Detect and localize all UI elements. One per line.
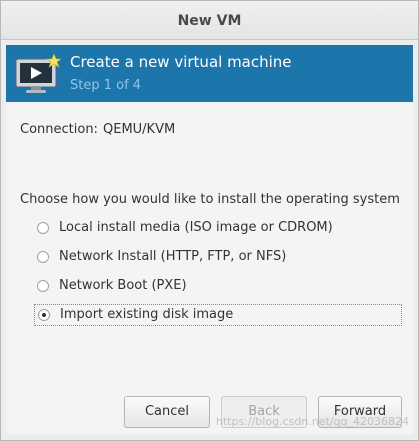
option-import-disk-image[interactable]: Import existing disk image [34, 304, 402, 326]
connection-label: Connection: [20, 122, 98, 137]
option-network-install[interactable]: Network Install (HTTP, FTP, or NFS) [34, 247, 402, 269]
option-network-boot[interactable]: Network Boot (PXE) [34, 276, 402, 298]
option-label: Import existing disk image [60, 307, 234, 322]
wizard-step: Step 1 of 4 [70, 78, 142, 93]
wizard-body: Connection: QEMU/KVM Choose how you woul… [6, 102, 413, 434]
option-label: Network Install (HTTP, FTP, or NFS) [59, 249, 287, 264]
radio-button[interactable] [37, 280, 49, 292]
new-vm-dialog: New VM Create a new virtual machine Step… [0, 0, 419, 441]
cancel-button[interactable]: Cancel [124, 396, 210, 428]
option-label: Network Boot (PXE) [59, 278, 187, 293]
window-title: New VM [1, 1, 418, 40]
radio-button[interactable] [37, 251, 49, 263]
option-local-install-media[interactable]: Local install media (ISO image or CDROM) [34, 218, 402, 240]
wizard-header: Create a new virtual machine Step 1 of 4 [6, 45, 413, 102]
option-label: Local install media (ISO image or CDROM) [59, 220, 333, 235]
vm-monitor-icon [15, 54, 61, 93]
connection-value: QEMU/KVM [103, 122, 176, 137]
radio-button[interactable] [37, 222, 49, 234]
radio-dot [42, 313, 46, 317]
watermark: https://blog.csdn.net/qq_42036824 [215, 415, 409, 428]
install-method-prompt: Choose how you would like to install the… [20, 192, 400, 207]
radio-button-selected[interactable] [38, 309, 50, 321]
wizard-title: Create a new virtual machine [70, 53, 292, 71]
